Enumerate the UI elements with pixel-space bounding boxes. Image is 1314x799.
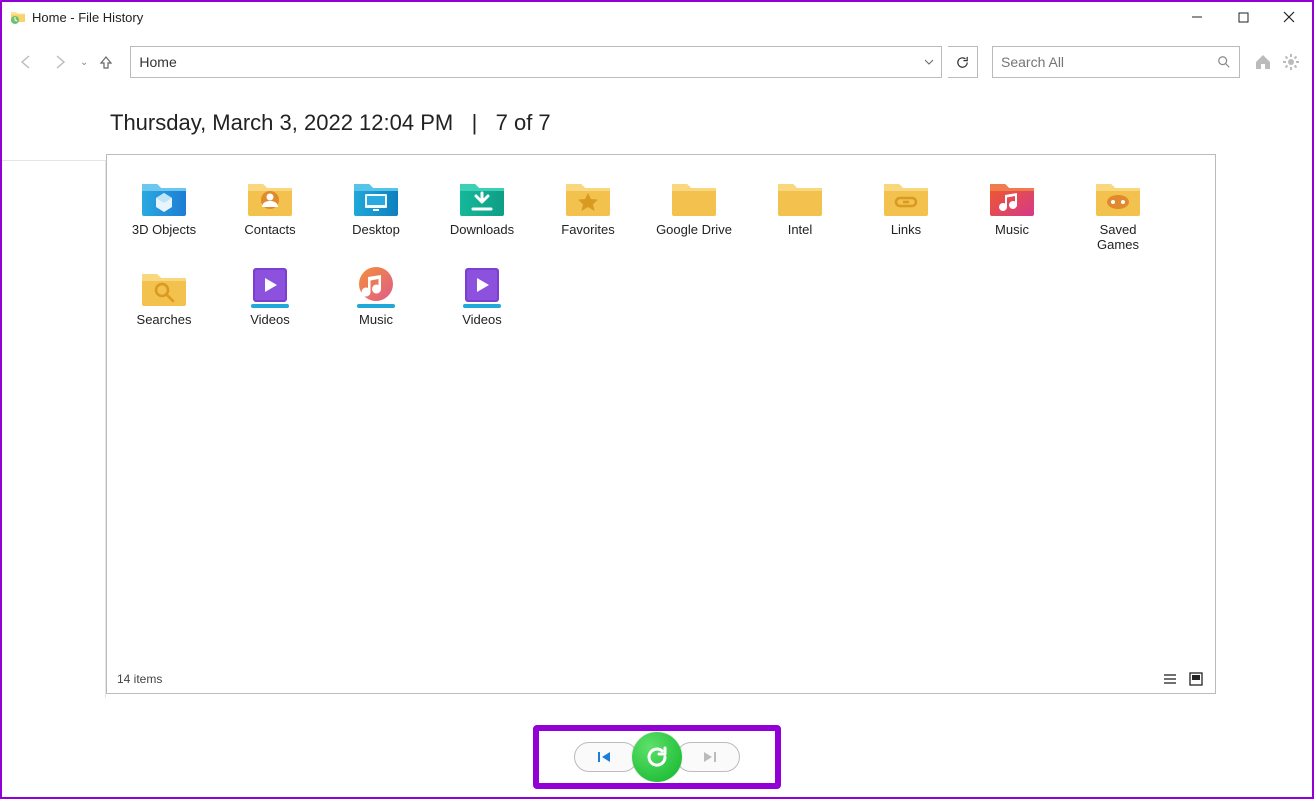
folder-label: Music [359,313,393,328]
folder-item[interactable]: Videos [231,265,309,328]
up-button[interactable] [92,48,120,76]
folder-label: Links [891,223,921,238]
status-bar: 14 items [107,665,1215,693]
search-box[interactable] [992,46,1240,78]
item-count: 14 items [117,672,162,686]
address-dropdown[interactable] [917,47,941,77]
view-icons-button[interactable] [1187,670,1205,688]
view-details-button[interactable] [1161,670,1179,688]
folder-item[interactable]: Videos [443,265,521,328]
toolbar: ⌄ [2,32,1312,92]
folder-item[interactable]: Downloads [443,175,521,253]
snapshot-position: 7 of 7 [496,110,551,135]
search-icon [1217,55,1231,69]
folder-item[interactable]: Searches [125,265,203,328]
folder-3d-icon [138,175,190,219]
folder-item[interactable]: Desktop [337,175,415,253]
library-videos-icon [244,265,296,309]
file-pane: 3D Objects Contacts Desktop Downloads Fa… [106,154,1216,694]
folder-label: Searches [137,313,192,328]
forward-button[interactable] [46,48,74,76]
folder-desktop-icon [350,175,402,219]
folder-label: Desktop [352,223,400,238]
folder-label: 3D Objects [132,223,196,238]
gear-icon[interactable] [1280,51,1302,73]
folder-label: Contacts [244,223,295,238]
folder-label: Intel [788,223,813,238]
folder-label: Videos [250,313,290,328]
sidebar-spacer [2,160,106,698]
folder-search-icon [138,265,190,309]
folder-item[interactable]: Music [337,265,415,328]
library-music-icon [350,265,402,309]
refresh-button[interactable] [948,46,978,78]
back-button[interactable] [12,48,40,76]
folder-item[interactable]: Favorites [549,175,627,253]
items-grid: 3D Objects Contacts Desktop Downloads Fa… [125,175,1207,328]
address-input[interactable] [131,47,917,77]
folder-item[interactable]: 3D Objects [125,175,203,253]
app-icon [10,9,26,25]
folder-downloads-icon [456,175,508,219]
folder-item[interactable]: Intel [761,175,839,253]
address-bar[interactable] [130,46,942,78]
folder-favorites-icon [562,175,614,219]
folder-plain-icon [668,175,720,219]
folder-label: Downloads [450,223,514,238]
restore-button[interactable] [632,732,682,782]
search-input[interactable] [1001,54,1217,70]
snapshot-heading: Thursday, March 3, 2022 12:04 PM | 7 of … [106,110,1312,136]
version-controls [533,725,781,789]
folder-music-red-icon [986,175,1038,219]
folder-item[interactable]: Links [867,175,945,253]
folder-plain-icon [774,175,826,219]
snapshot-datetime: Thursday, March 3, 2022 12:04 PM [110,110,453,135]
folder-item[interactable]: Contacts [231,175,309,253]
next-version-button[interactable] [676,742,740,772]
titlebar: Home - File History [2,2,1312,32]
library-videos-icon [456,265,508,309]
previous-version-button[interactable] [574,742,638,772]
folder-item[interactable]: Saved Games [1079,175,1157,253]
window-title: Home - File History [32,10,143,25]
close-button[interactable] [1266,2,1312,32]
home-icon[interactable] [1252,51,1274,73]
minimize-button[interactable] [1174,2,1220,32]
folder-item[interactable]: Music [973,175,1051,253]
folder-contacts-icon [244,175,296,219]
folder-label: Music [995,223,1029,238]
maximize-button[interactable] [1220,2,1266,32]
folder-item[interactable]: Google Drive [655,175,733,253]
folder-label: Google Drive [656,223,732,238]
folder-label: Saved Games [1079,223,1157,253]
folder-links-icon [880,175,932,219]
folder-label: Videos [462,313,502,328]
folder-label: Favorites [561,223,614,238]
folder-games-icon [1092,175,1144,219]
recent-locations-dropdown[interactable]: ⌄ [80,57,88,68]
